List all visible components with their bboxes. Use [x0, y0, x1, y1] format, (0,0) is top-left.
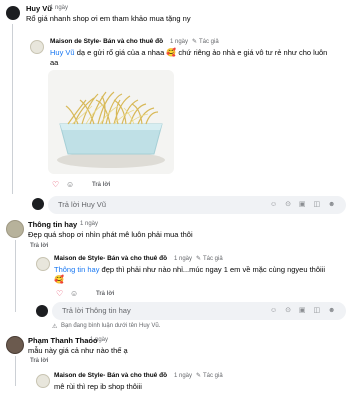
reply-text: mê rùi thì rep ib shop thôiii	[54, 382, 142, 391]
verified-icon: ✎	[196, 256, 202, 262]
author-badge: Tác giả	[199, 39, 219, 45]
comment-author[interactable]: Thông tin hay	[28, 220, 77, 229]
avatar[interactable]	[6, 6, 20, 20]
page-avatar[interactable]	[36, 374, 50, 388]
reply-button[interactable]: Trả lời	[92, 182, 110, 188]
reply-text: Huy Vũ dạ e gửi rổ giá của a nhaa 🥰 chứ …	[50, 48, 327, 57]
page-avatar[interactable]	[36, 257, 50, 271]
thread-line	[15, 356, 16, 386]
reply-author[interactable]: Maison de Style- Bán và cho thuê đồ	[54, 372, 167, 379]
reply-time[interactable]: 1 ngày	[174, 256, 192, 262]
current-user-avatar	[32, 198, 44, 210]
reply-button[interactable]: Trả lời	[30, 243, 48, 249]
reply-author[interactable]: Maison de Style- Bán và cho thuê đồ	[50, 38, 163, 45]
reply-author[interactable]: Maison de Style- Bán và cho thuê đồ	[54, 255, 167, 262]
page-avatar[interactable]	[30, 40, 44, 54]
input-tools-icons[interactable]: ☺ ⊙ ▣ ◫ ☻	[270, 306, 338, 314]
comment-time[interactable]: 1 ngày	[90, 337, 108, 343]
reply-text: Thông tin hay đẹp thì phải như nào nhỉ..…	[54, 265, 325, 274]
reply-time[interactable]: 1 ngày	[174, 373, 192, 379]
reply-text-part: chứ riêng ảo nhà e giá vô tư rẻ như cho …	[176, 48, 328, 57]
emoji-icon[interactable]: ☺	[70, 289, 78, 298]
reply-placeholder: Trả lời Huy Vũ	[58, 200, 106, 209]
comment-text: mẫu này giá cả như nào thế ạ	[28, 346, 128, 355]
emoji-icon[interactable]: ☺	[66, 180, 74, 189]
input-tools-icons[interactable]: ☺ ⊙ ▣ ◫ ☻	[270, 200, 338, 208]
comment-text: Rổ giá nhanh shop ơi em tham khảo mua tặ…	[26, 14, 191, 23]
reply-time[interactable]: 1 ngày	[170, 39, 188, 45]
comment-author[interactable]: Huy Vũ	[26, 4, 52, 13]
emoji-icon: 🥰	[54, 275, 64, 284]
avatar[interactable]	[6, 336, 24, 354]
mention-link[interactable]: Huy Vũ	[50, 48, 75, 57]
sprout-image	[57, 91, 165, 168]
mention-link[interactable]: Thông tin hay	[54, 265, 99, 274]
warning-icon: ⚠	[52, 324, 58, 330]
author-badge: Tác giả	[203, 256, 223, 262]
current-user-avatar	[36, 305, 48, 317]
author-badge: Tác giả	[203, 373, 223, 379]
reply-placeholder: Trả lời Thông tin hay	[62, 306, 131, 315]
reply-input[interactable]: Trả lời Huy Vũ ☺ ⊙ ▣ ◫ ☻	[48, 196, 346, 214]
reply-text-part: dạ e gửi rổ giá của a nhaa	[74, 48, 165, 57]
comment-text: Đẹp quá shop ơi nhìn phát mê luôn phải m…	[28, 230, 193, 239]
emoji-icon: 🥰	[166, 48, 177, 57]
reply-button[interactable]: Trả lời	[30, 358, 48, 364]
thread-line	[12, 24, 13, 194]
heart-icon[interactable]: ♡	[52, 180, 59, 189]
comment-time[interactable]: 1 ngày	[50, 5, 68, 11]
comment-time[interactable]: 1 ngày	[80, 221, 98, 227]
verified-icon: ✎	[192, 39, 198, 45]
avatar[interactable]	[6, 220, 24, 238]
reply-button[interactable]: Trả lời	[96, 291, 114, 297]
reply-text-part: đẹp thì phải như nào nhỉ...múc ngay 1 em…	[99, 265, 326, 274]
reply-input[interactable]: Trả lời Thông tin hay ☺ ⊙ ▣ ◫ ☻	[52, 302, 346, 320]
heart-icon[interactable]: ♡	[56, 289, 63, 298]
reply-text-line2: aa	[50, 58, 59, 67]
attached-photo[interactable]	[48, 70, 174, 174]
verified-icon: ✎	[196, 373, 202, 379]
comment-author[interactable]: Phạm Thanh Thaoo	[28, 336, 98, 345]
thread-line	[15, 240, 16, 312]
comment-as-notice: Bạn đang bình luận dưới tên Huy Vũ.	[61, 323, 161, 329]
